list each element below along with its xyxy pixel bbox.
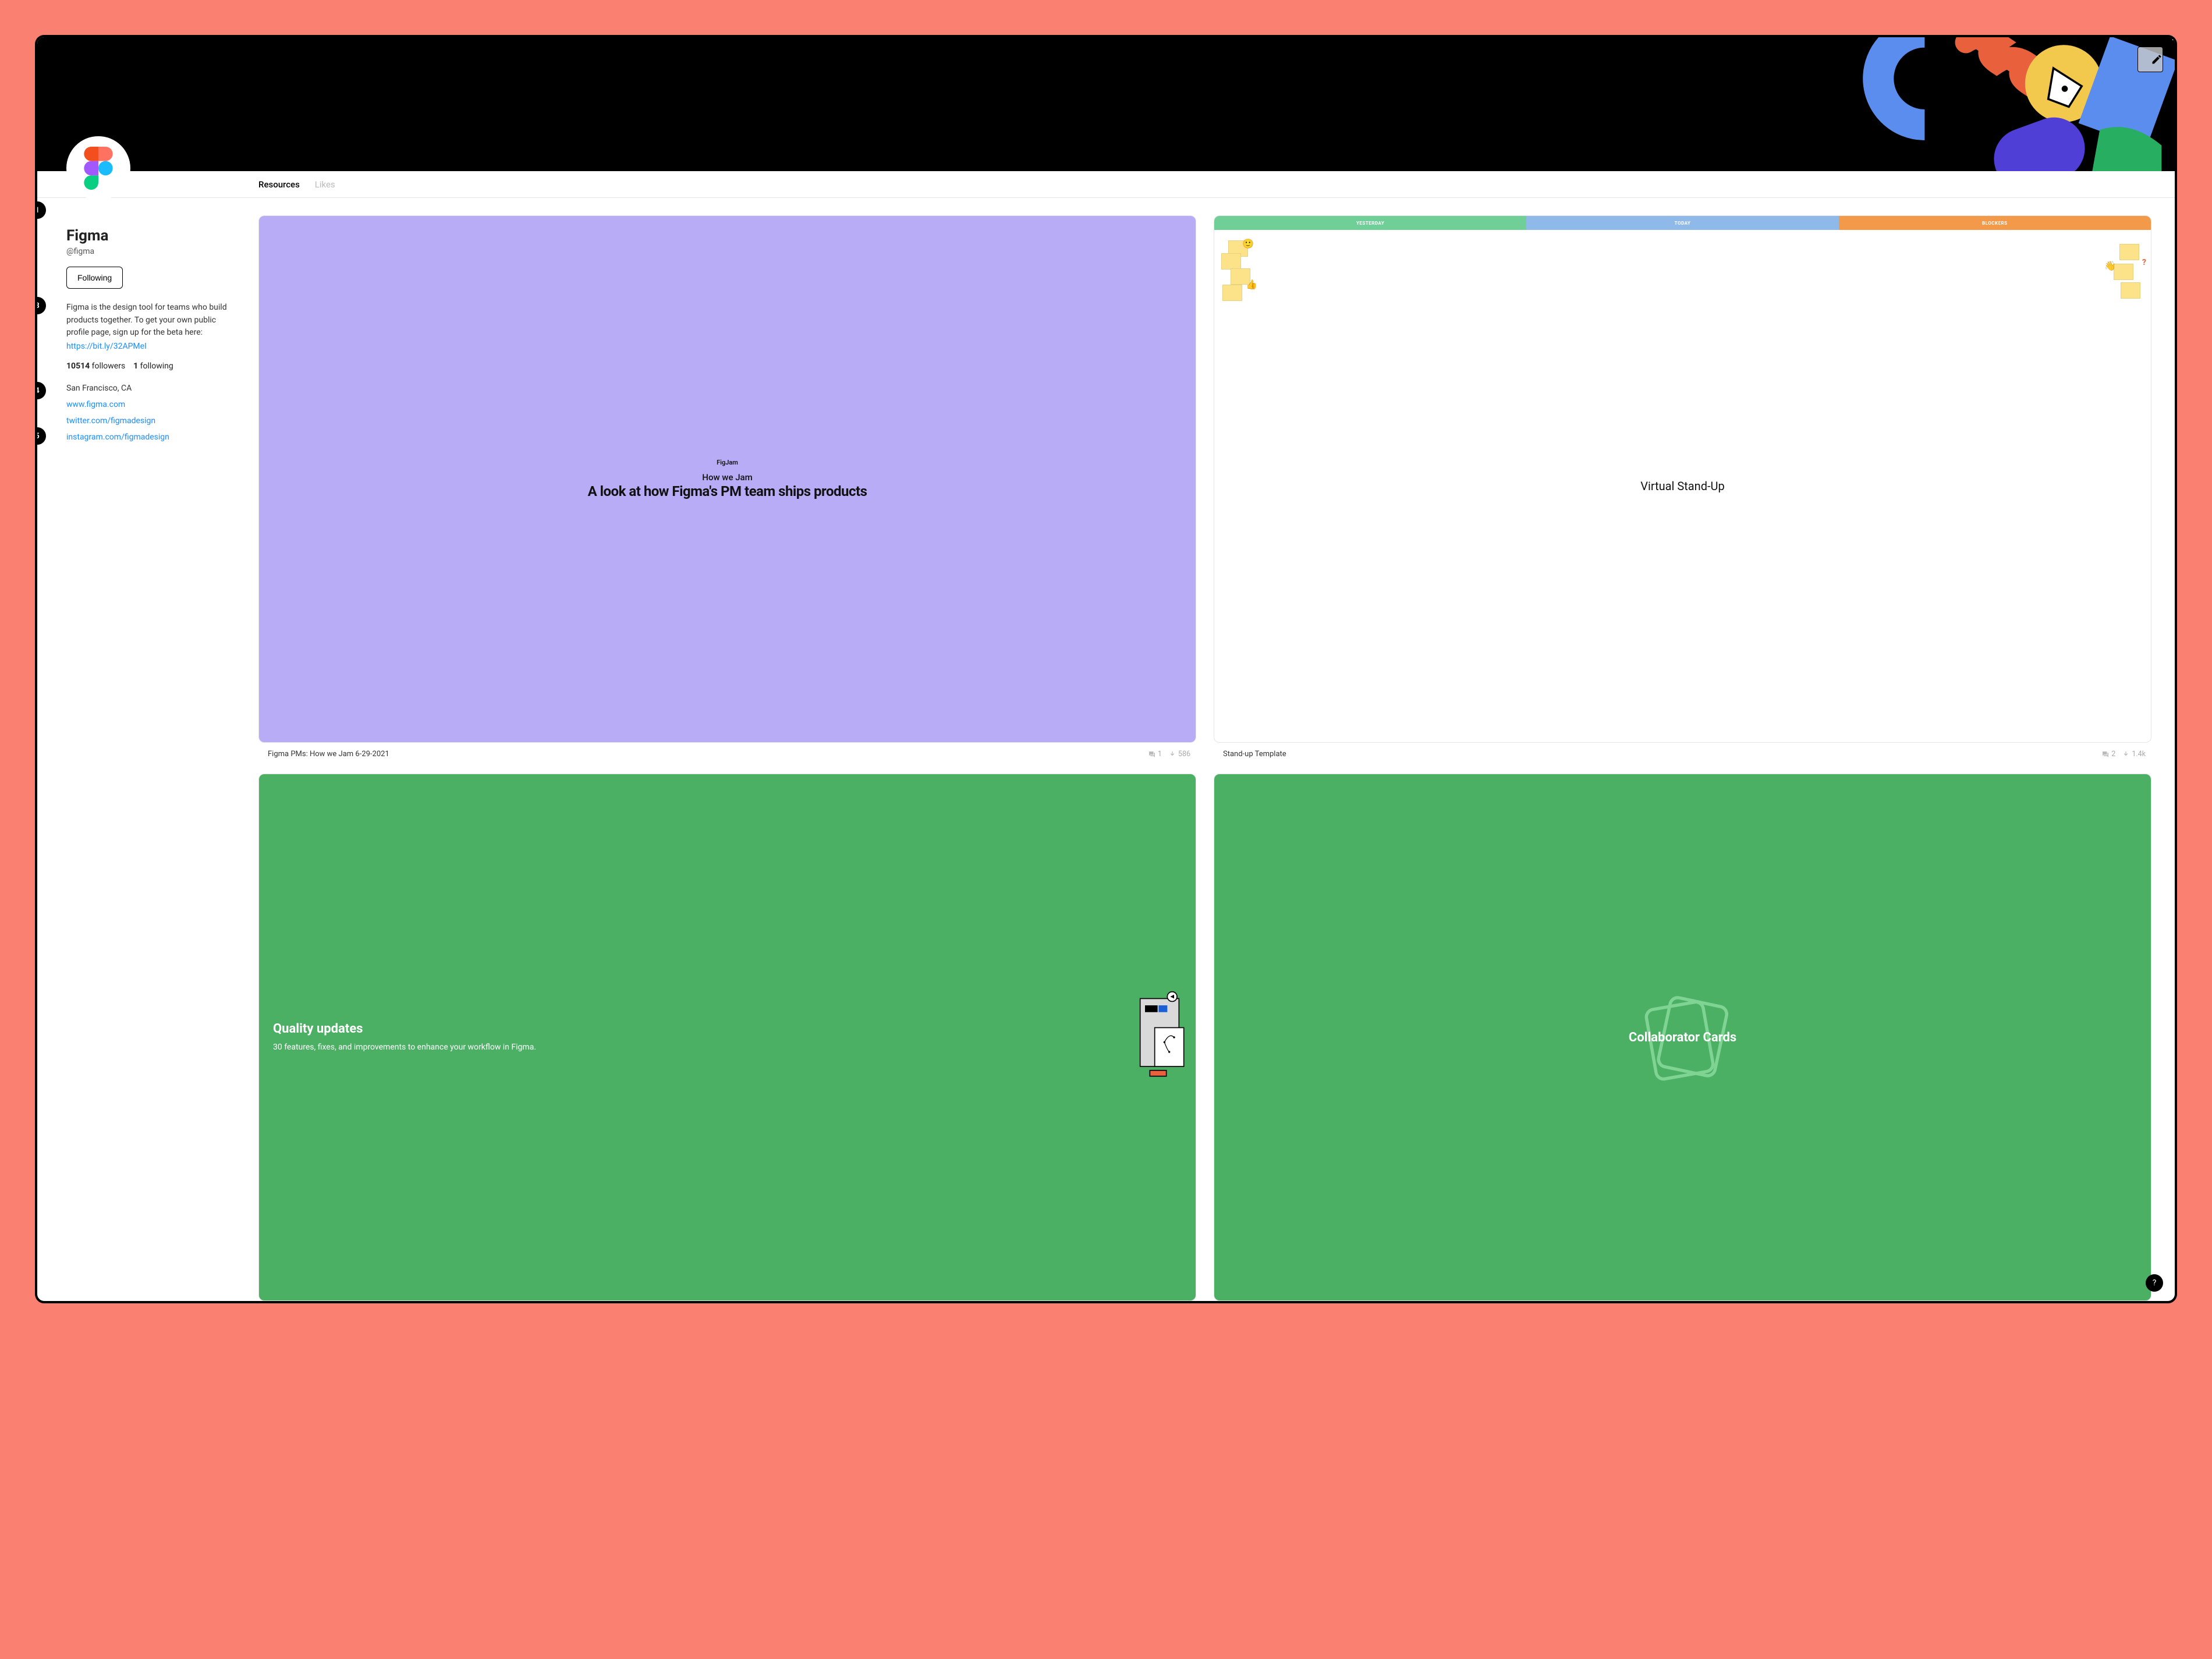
profile-handle: @figma xyxy=(66,247,229,256)
resource-card[interactable]: Collaborator Cards xyxy=(1214,774,2151,1301)
resource-title: Figma PMs: How we Jam 6-29-2021 xyxy=(268,750,1142,758)
comment-count: 1 xyxy=(1148,750,1162,758)
tab-resources[interactable]: Resources xyxy=(258,172,300,197)
resource-card[interactable]: YESTERDAY TODAY BLOCKERS 🙂 👍 xyxy=(1214,215,2151,758)
download-icon xyxy=(2122,751,2129,758)
thumb-art xyxy=(1130,780,1189,1295)
thumb-tab: BLOCKERS xyxy=(1839,216,2151,230)
thumb-headline: Quality updates xyxy=(273,1022,1182,1036)
thumb-tab: YESTERDAY xyxy=(1214,216,1526,230)
download-count: 1.4k xyxy=(2122,750,2146,758)
banner-art xyxy=(1767,37,2175,171)
profile-instagram-link[interactable]: instagram.com/figmadesign xyxy=(66,433,169,442)
profile-name: Figma xyxy=(66,227,229,244)
comment-count: 2 xyxy=(2102,750,2115,758)
thumb-headline: Virtual Stand-Up xyxy=(1640,479,1724,493)
comment-icon xyxy=(1148,751,1155,758)
thumb-brand: FigJam xyxy=(717,459,738,466)
thumb-body: 30 features, fixes, and improvements to … xyxy=(273,1042,864,1054)
profile-sidebar: Figma @figma Following Figma is the desi… xyxy=(37,198,247,1301)
resource-thumbnail: FigJam How we Jam A look at how Figma's … xyxy=(258,215,1196,743)
thumb-headline: A look at how Figma's PM team ships prod… xyxy=(588,484,867,500)
profile-bio: Figma is the design tool for teams who b… xyxy=(66,302,229,339)
profile-banner xyxy=(37,37,2175,171)
resource-card[interactable]: FigJam How we Jam A look at how Figma's … xyxy=(258,215,1196,758)
profile-window: Resources Likes Figma @figma Following F… xyxy=(35,35,2177,1303)
tab-likes[interactable]: Likes xyxy=(315,172,335,197)
pencil-icon xyxy=(2151,47,2163,72)
profile-tabs: Resources Likes xyxy=(37,171,2175,198)
comment-icon xyxy=(2102,751,2109,758)
resource-thumbnail: Quality updates 30 features, fixes, and … xyxy=(258,774,1196,1301)
resource-card[interactable]: Quality updates 30 features, fixes, and … xyxy=(258,774,1196,1301)
following-count[interactable]: 1 xyxy=(133,361,138,371)
profile-location: San Francisco, CA xyxy=(66,384,229,393)
profile-stats: 10514 followers 1 following xyxy=(66,361,229,371)
resource-grid: FigJam How we Jam A look at how Figma's … xyxy=(247,198,2175,1301)
followers-count[interactable]: 10514 xyxy=(66,361,90,371)
thumb-tab: TODAY xyxy=(1526,216,1838,230)
follow-button[interactable]: Following xyxy=(66,267,123,289)
resource-thumbnail: YESTERDAY TODAY BLOCKERS 🙂 👍 xyxy=(1214,215,2151,743)
thumb-subhead: How we Jam xyxy=(702,472,752,483)
profile-twitter-link[interactable]: twitter.com/figmadesign xyxy=(66,416,155,426)
resource-thumbnail: Collaborator Cards xyxy=(1214,774,2151,1301)
profile-website-link[interactable]: www.figma.com xyxy=(66,400,125,409)
edit-banner-button[interactable] xyxy=(2137,47,2163,72)
download-icon xyxy=(1169,751,1176,758)
profile-avatar[interactable] xyxy=(66,136,130,200)
download-count: 586 xyxy=(1169,750,1190,758)
figma-logo-icon xyxy=(84,147,113,190)
thumb-headline: Collaborator Cards xyxy=(1629,1030,1736,1045)
profile-bio-link[interactable]: https://bit.ly/32APMeI xyxy=(66,342,147,351)
resource-title: Stand-up Template xyxy=(1223,750,2095,758)
